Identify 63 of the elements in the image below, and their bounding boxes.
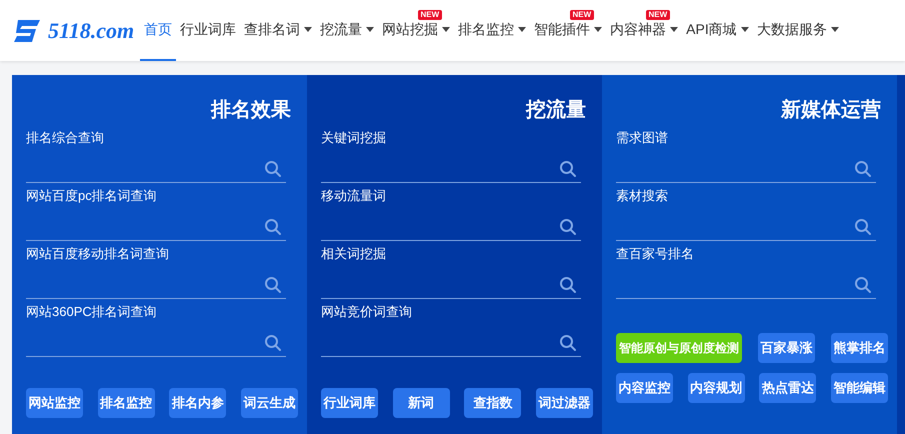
- field-label: 网站百度移动排名词查询: [26, 245, 170, 263]
- nav-item[interactable]: 查排名词: [240, 0, 316, 61]
- field-label: 排名综合查询: [26, 129, 105, 147]
- nav-label: 查排名词: [244, 20, 300, 39]
- nav-label: 内容神器: [610, 20, 666, 39]
- nav-item[interactable]: API商城: [682, 0, 753, 61]
- tool-button[interactable]: 词云生成: [240, 388, 298, 418]
- tool-button[interactable]: 内容规划: [688, 373, 745, 403]
- panel-title: 排名效果: [211, 98, 291, 123]
- tool-button[interactable]: 新词: [392, 388, 450, 418]
- field-label: 网站竞价词查询: [321, 303, 413, 321]
- panel-title: 挖流量: [526, 98, 586, 123]
- search-icon[interactable]: [264, 160, 282, 178]
- nav-item[interactable]: NEW 内容神器: [606, 0, 682, 61]
- tool-button[interactable]: 百家暴涨: [758, 333, 815, 363]
- panel-title: 新媒体运营: [781, 98, 881, 123]
- field-label: 网站百度pc排名词查询: [26, 187, 158, 205]
- tool-button[interactable]: 查指数: [464, 388, 522, 418]
- tool-button[interactable]: 内容监控: [616, 373, 673, 403]
- nav-item[interactable]: 首页: [140, 0, 176, 61]
- nav-item[interactable]: 大数据服务: [752, 0, 843, 61]
- tool-button[interactable]: 行业词库: [321, 388, 378, 418]
- nav-label: 排名监控: [458, 20, 514, 39]
- new-badge: NEW: [570, 10, 594, 20]
- tool-button[interactable]: 智能编辑: [830, 373, 888, 403]
- nav-item[interactable]: NEW 智能插件: [530, 0, 606, 61]
- search-icon[interactable]: [559, 218, 577, 236]
- search-icon[interactable]: [854, 218, 872, 236]
- search-icon[interactable]: [559, 276, 577, 294]
- search-icon[interactable]: [264, 334, 282, 352]
- field-label: 查百家号排名: [616, 245, 695, 263]
- nav-item[interactable]: 排名监控: [454, 0, 530, 61]
- nav-label: 首页: [144, 20, 172, 39]
- field-label: 素材搜索: [616, 187, 669, 205]
- nav-label: 大数据服务: [756, 20, 827, 39]
- tool-button[interactable]: 热点雷达: [759, 373, 816, 403]
- search-icon[interactable]: [854, 276, 872, 294]
- tool-button[interactable]: 词过滤器: [536, 388, 593, 418]
- new-badge: NEW: [418, 10, 442, 20]
- nav-label: 行业词库: [180, 20, 236, 39]
- tool-button[interactable]: 熊掌排名: [831, 333, 888, 363]
- search-icon[interactable]: [264, 218, 282, 236]
- nav-label: 智能插件: [534, 20, 590, 39]
- search-icon[interactable]: [559, 160, 577, 178]
- field-label: 网站360PC排名词查询: [26, 303, 158, 321]
- nav-label: 挖流量: [320, 20, 362, 39]
- search-icon[interactable]: [854, 160, 872, 178]
- field-label: 相关词挖掘: [321, 245, 387, 263]
- nav-item[interactable]: 挖流量: [316, 0, 378, 61]
- field-label: 关键词挖掘: [321, 129, 387, 147]
- nav-label: API商城: [686, 20, 737, 39]
- new-badge: NEW: [646, 10, 670, 20]
- field-label: 需求图谱: [616, 129, 669, 147]
- search-icon[interactable]: [264, 276, 282, 294]
- tool-button[interactable]: 排名监控: [98, 388, 155, 418]
- nav-label: 网站挖掘: [382, 20, 438, 39]
- logo-text: 5118.com: [48, 20, 134, 42]
- nav-item[interactable]: 行业词库: [176, 0, 240, 61]
- nav-item[interactable]: NEW 网站挖掘: [378, 0, 454, 61]
- field-label: 移动流量词: [321, 187, 387, 205]
- tool-button[interactable]: 网站监控: [26, 388, 83, 418]
- search-icon[interactable]: [559, 334, 577, 352]
- tool-button[interactable]: 排名内参: [169, 388, 226, 418]
